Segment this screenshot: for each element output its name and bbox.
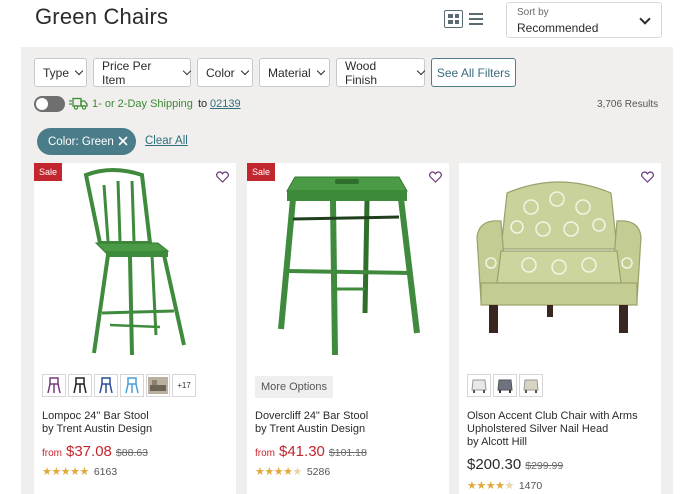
swatch-blue[interactable] xyxy=(94,374,118,397)
product-image-green-metal-bar-stool[interactable] xyxy=(34,163,236,363)
product-title[interactable]: Lompoc 24" Bar Stool xyxy=(42,410,232,423)
sale-badge: Sale xyxy=(247,163,275,181)
filter-color-button[interactable]: Color xyxy=(197,58,253,87)
star-rating-icon: ★★★★★ xyxy=(42,465,89,478)
results-count: 3,706 Results xyxy=(597,99,659,110)
filter-material-button[interactable]: Material xyxy=(259,58,330,87)
sale-price: $41.30 xyxy=(279,443,325,460)
original-price: $101.18 xyxy=(328,447,367,459)
shipping-toggle[interactable] xyxy=(34,96,65,112)
chevron-down-icon xyxy=(416,66,426,76)
swatch-room-scene[interactable] xyxy=(146,374,170,397)
color-swatches xyxy=(467,374,543,397)
rating-row: ★★★★★ 5286 xyxy=(255,465,330,478)
shipping-label: 1- or 2-Day Shipping xyxy=(92,98,193,110)
see-all-filters-button[interactable]: See All Filters xyxy=(431,58,516,87)
filter-price-button[interactable]: Price Per Item xyxy=(93,58,192,87)
swatch-light-blue[interactable] xyxy=(120,374,144,397)
product-name[interactable]: Dovercliff 24" Bar Stool by Trent Austin… xyxy=(255,410,445,436)
shipping-to: to xyxy=(198,98,208,110)
page-title: Green Chairs xyxy=(35,4,169,29)
product-title[interactable]: Olson Accent Club Chair with Arms Uphols… xyxy=(467,410,657,436)
sort-value: Recommended xyxy=(517,21,599,35)
filter-label: Price Per Item xyxy=(102,58,152,87)
star-rating-icon: ★★★★★ xyxy=(255,465,302,478)
swatch-purple[interactable] xyxy=(42,374,66,397)
heart-icon[interactable] xyxy=(429,171,442,183)
sale-price: $200.30 xyxy=(467,456,522,473)
filter-label: Color xyxy=(206,65,235,80)
review-count: 6163 xyxy=(93,465,118,478)
rating-row: ★★★★★ 6163 xyxy=(42,465,117,478)
toggle-knob xyxy=(36,98,48,110)
price-row: $200.30 $299.99 xyxy=(467,456,563,473)
heart-icon[interactable] xyxy=(216,171,229,183)
review-count: 5286 xyxy=(306,465,331,478)
chevron-down-icon xyxy=(240,66,249,76)
product-image-accent-club-chair[interactable] xyxy=(459,163,661,363)
product-brand: by Trent Austin Design xyxy=(42,423,153,435)
list-view-icon[interactable] xyxy=(469,10,483,28)
filter-wood-finish-button[interactable]: Wood Finish xyxy=(336,58,426,87)
original-price: $299.99 xyxy=(525,460,564,472)
chevron-down-icon xyxy=(639,13,651,25)
star-rating-icon: ★★★★★ xyxy=(467,479,514,492)
sort-label: Sort by xyxy=(517,7,549,18)
active-filter-chip[interactable]: Color: Green xyxy=(37,128,136,155)
close-icon[interactable] xyxy=(117,134,129,148)
original-price: $88.63 xyxy=(115,447,149,459)
product-card[interactable]: Sale +17 Lompoc 24" Bar Stool by Trent A… xyxy=(34,163,236,494)
product-brand: by Alcott Hill xyxy=(467,436,527,448)
product-title[interactable]: Dovercliff 24" Bar Stool xyxy=(255,410,445,423)
product-card[interactable]: Olson Accent Club Chair with Arms Uphols… xyxy=(459,163,661,494)
truck-icon xyxy=(69,97,88,110)
product-image-green-backless-bar-stool[interactable] xyxy=(247,163,449,363)
chevron-down-icon xyxy=(74,66,84,76)
top-bar: Green Chairs Sort by Recommended xyxy=(0,0,695,47)
rating-row: ★★★★★ 1470 xyxy=(467,479,542,492)
price-from: from xyxy=(255,448,275,459)
color-swatches: +17 xyxy=(42,374,196,397)
sale-price: $37.08 xyxy=(66,443,112,460)
price-from: from xyxy=(42,448,62,459)
filter-type-button[interactable]: Type xyxy=(34,58,87,87)
more-swatches-button[interactable]: +17 xyxy=(172,374,196,397)
swatch-white-chair[interactable] xyxy=(467,374,491,397)
product-name[interactable]: Lompoc 24" Bar Stool by Trent Austin Des… xyxy=(42,410,232,436)
swatch-black[interactable] xyxy=(68,374,92,397)
more-options-button[interactable]: More Options xyxy=(255,376,334,398)
clear-all-link[interactable]: Clear All xyxy=(145,135,188,147)
active-filter-label: Color: Green xyxy=(48,135,114,148)
sale-badge: Sale xyxy=(34,163,62,181)
product-card[interactable]: Sale More Options Dovercliff 24" Bar Sto… xyxy=(247,163,449,494)
product-name[interactable]: Olson Accent Club Chair with Arms Uphols… xyxy=(467,410,657,449)
price-row: from $41.30 $101.18 xyxy=(255,443,367,460)
shipping-zip-link[interactable]: 02139 xyxy=(210,98,241,110)
filter-label: Material xyxy=(268,65,311,80)
review-count: 1470 xyxy=(518,479,543,492)
swatch-gray-chair[interactable] xyxy=(493,374,517,397)
price-row: from $37.08 $88.63 xyxy=(42,443,148,460)
filter-label: Type xyxy=(43,65,70,80)
chevron-down-icon xyxy=(182,66,192,76)
swatch-beige-chair[interactable] xyxy=(519,374,543,397)
filter-label: Wood Finish xyxy=(345,58,378,87)
heart-icon[interactable] xyxy=(641,171,654,183)
sort-dropdown[interactable]: Sort by Recommended xyxy=(506,2,662,38)
product-brand: by Trent Austin Design xyxy=(255,423,366,435)
grid-view-icon[interactable] xyxy=(444,10,463,28)
chevron-down-icon xyxy=(316,66,325,76)
